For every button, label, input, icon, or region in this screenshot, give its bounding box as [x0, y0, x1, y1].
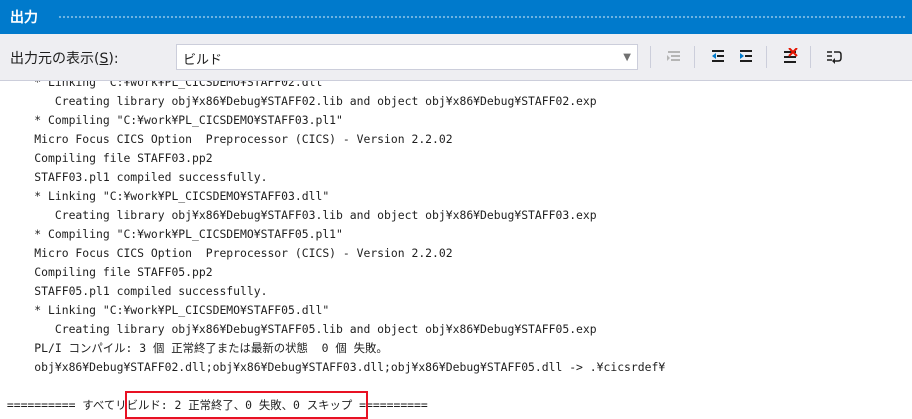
toggle-word-wrap-button[interactable] [822, 45, 846, 69]
output-line: Creating library obj¥x86¥Debug¥STAFF03.l… [0, 208, 597, 222]
output-line: obj¥x86¥Debug¥STAFF02.dll;obj¥x86¥Debug¥… [0, 360, 666, 374]
toolbar-separator [694, 46, 695, 68]
output-line: Micro Focus CICS Option Preprocessor (CI… [0, 246, 453, 260]
next-message-button[interactable] [734, 45, 758, 69]
output-line: PL/I コンパイル: 3 個 正常終了または最新の状態 0 個 失敗。 [0, 341, 388, 355]
output-line: STAFF05.pl1 compiled successfully. [0, 284, 268, 298]
output-line: * Linking "C:¥work¥PL_CICSDEMO¥STAFF02.d… [0, 81, 330, 89]
output-source-dropdown[interactable]: ビルド ▼ [176, 44, 638, 70]
go-to-next-message-icon [740, 50, 752, 62]
output-line: * Linking "C:¥work¥PL_CICSDEMO¥STAFF05.d… [0, 303, 330, 317]
output-line: Compiling file STAFF03.pp2 [0, 151, 213, 165]
previous-message-button[interactable] [706, 45, 730, 69]
clear-all-button[interactable] [778, 45, 802, 69]
find-previous-message-icon [667, 51, 680, 61]
toggle-word-wrap-icon [827, 51, 842, 64]
output-line: * Compiling "C:¥work¥PL_CICSDEMO¥STAFF05… [0, 227, 343, 241]
chevron-down-icon: ▼ [623, 52, 631, 63]
show-output-from-label: 出力元の表示(S): [10, 51, 119, 67]
output-line: * Compiling "C:¥work¥PL_CICSDEMO¥STAFF03… [0, 113, 343, 127]
go-to-previous-message-icon [712, 50, 724, 62]
output-window-title: 出力 [10, 10, 38, 26]
output-source-value: ビルド [183, 53, 223, 68]
clear-all-icon [784, 48, 798, 63]
toolbar-separator [650, 46, 651, 68]
output-line: * Linking "C:¥work¥PL_CICSDEMO¥STAFF03.d… [0, 189, 330, 203]
output-line: Creating library obj¥x86¥Debug¥STAFF02.l… [0, 94, 597, 108]
highlight-box [125, 391, 368, 419]
output-line: STAFF03.pl1 compiled successfully. [0, 170, 268, 184]
toolbar-separator [766, 46, 767, 68]
titlebar-grip[interactable] [58, 15, 906, 20]
output-line: Creating library obj¥x86¥Debug¥STAFF05.l… [0, 322, 597, 336]
output-text-area[interactable]: * Linking "C:¥work¥PL_CICSDEMO¥STAFF02.d… [0, 81, 912, 419]
output-line: Micro Focus CICS Option Preprocessor (CI… [0, 132, 453, 146]
output-line: Compiling file STAFF05.pp2 [0, 265, 213, 279]
find-message-in-code-button[interactable] [662, 45, 686, 69]
toolbar-separator [810, 46, 811, 68]
output-window-titlebar[interactable]: 出力 [0, 0, 912, 34]
output-toolbar: 出力元の表示(S): ビルド ▼ [0, 34, 912, 81]
